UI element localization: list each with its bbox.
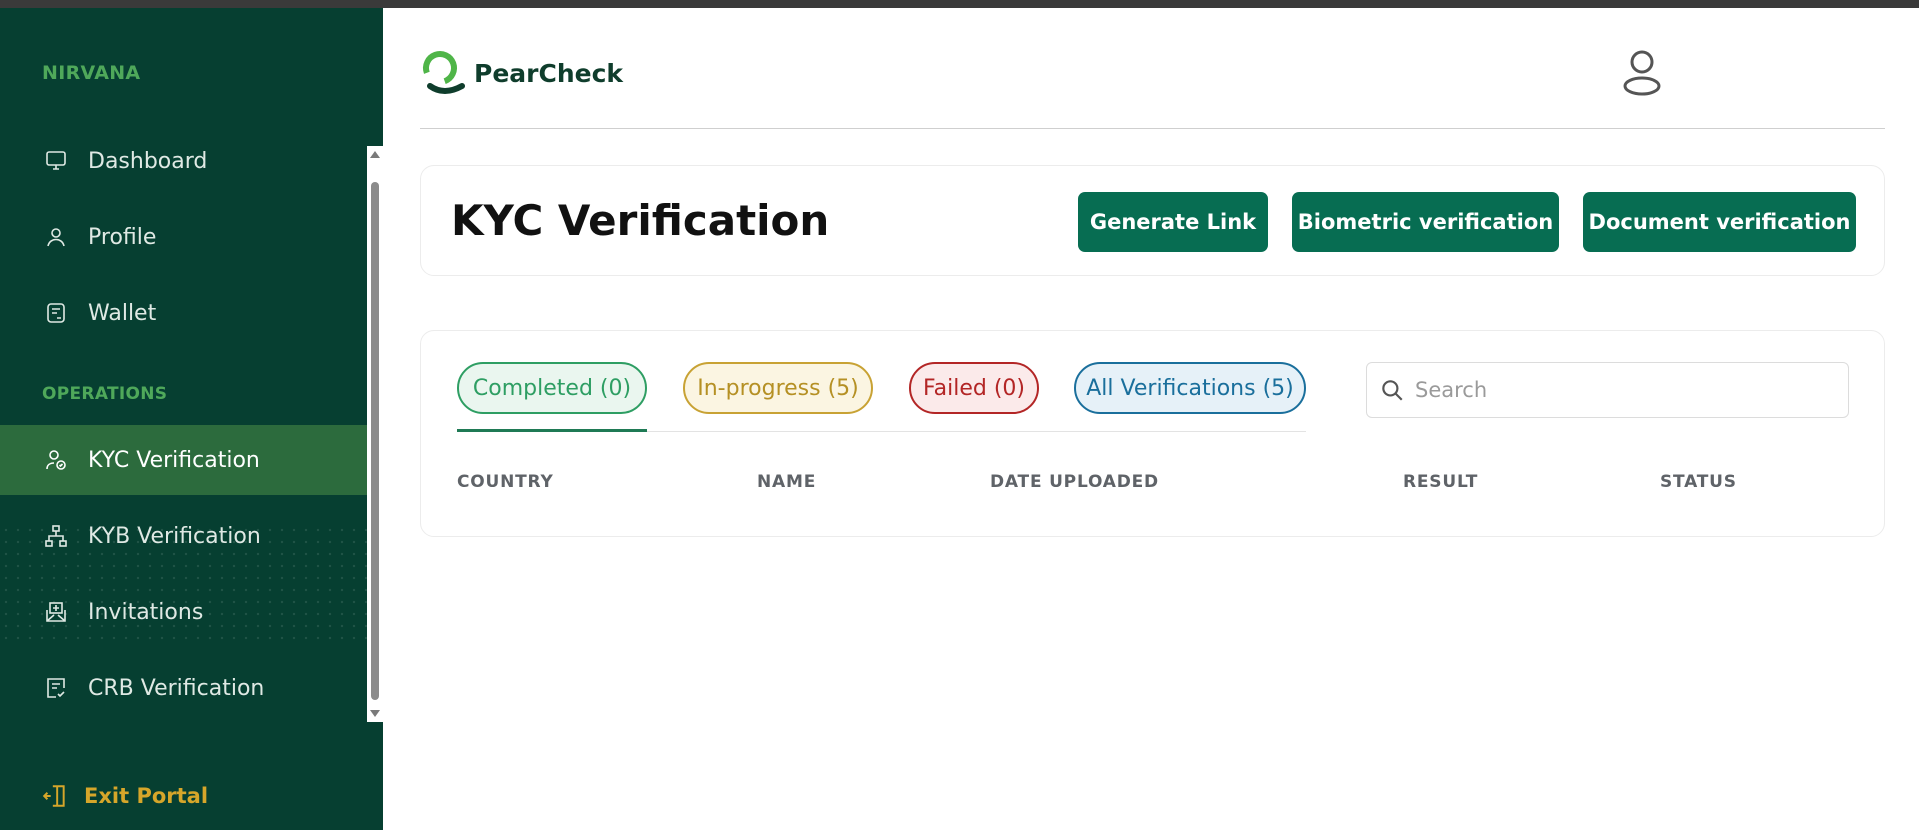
tab-completed[interactable]: Completed (0) (457, 362, 647, 414)
tab-failed[interactable]: Failed (0) (909, 362, 1039, 414)
scroll-up-arrow-icon[interactable] (370, 151, 380, 158)
biometric-verification-button[interactable]: Biometric verification (1292, 192, 1559, 252)
user-icon (42, 223, 70, 251)
document-check-icon (42, 674, 70, 702)
sidebar-item-dashboard[interactable]: Dashboard (0, 126, 367, 196)
pearcheck-logo[interactable]: PearCheck (420, 48, 623, 98)
sidebar-item-label: KYB Verification (88, 523, 261, 549)
column-header-name[interactable]: NAME (757, 472, 816, 492)
envelope-icon (42, 598, 70, 626)
sidebar-item-label: Wallet (88, 300, 157, 326)
sidebar-item-kyc-verification[interactable]: KYC Verification (0, 425, 367, 495)
sidebar-item-label: Invitations (88, 599, 204, 625)
tab-all-verifications[interactable]: All Verifications (5) (1074, 362, 1306, 414)
page-title: KYC Verification (451, 196, 830, 245)
wallet-icon (42, 299, 70, 327)
column-header-country[interactable]: COUNTRY (457, 472, 554, 492)
sidebar-item-wallet[interactable]: Wallet (0, 278, 367, 348)
sidebar-item-invitations[interactable]: Invitations (0, 577, 367, 647)
search-icon (1379, 377, 1405, 403)
column-header-date-uploaded[interactable]: DATE UPLOADED (990, 472, 1159, 492)
document-verification-button[interactable]: Document verification (1583, 192, 1856, 252)
org-chart-icon (42, 522, 70, 550)
section-label-operations: OPERATIONS (42, 384, 168, 404)
scroll-down-arrow-icon[interactable] (370, 710, 380, 717)
pearcheck-logo-icon (423, 51, 465, 94)
search-input[interactable] (1415, 378, 1835, 402)
exit-portal-link[interactable]: Exit Portal (42, 782, 208, 810)
column-header-status[interactable]: STATUS (1660, 472, 1737, 492)
logo-text: PearCheck (474, 58, 624, 88)
sidebar-scrollbar[interactable] (367, 146, 383, 722)
active-tab-underline (457, 429, 647, 432)
search-box[interactable] (1366, 362, 1849, 418)
exit-portal-label: Exit Portal (84, 784, 209, 808)
tab-in-progress[interactable]: In-progress (5) (683, 362, 873, 414)
sidebar-item-profile[interactable]: Profile (0, 202, 367, 272)
generate-link-button[interactable]: Generate Link (1078, 192, 1268, 252)
user-avatar-icon[interactable] (1620, 48, 1664, 96)
sidebar-item-label: CRB Verification (88, 675, 265, 701)
sidebar: NIRVANA Dashboard Profile Wallet OPERATI… (0, 8, 383, 830)
sidebar-item-kyb-verification[interactable]: KYB Verification (0, 501, 367, 571)
exit-door-icon (42, 782, 70, 810)
sidebar-item-crb-verification[interactable]: CRB Verification (0, 653, 367, 723)
sidebar-item-label: KYC Verification (88, 447, 260, 473)
scroll-thumb[interactable] (371, 182, 379, 700)
title-card: KYC Verification Generate Link Biometric… (420, 165, 1885, 276)
monitor-icon (42, 147, 70, 175)
kyc-icon (42, 446, 70, 474)
header-divider (420, 128, 1885, 129)
sidebar-item-label: Dashboard (88, 148, 208, 174)
column-header-result[interactable]: RESULT (1403, 472, 1478, 492)
window-top-strip (0, 0, 1919, 8)
sidebar-brand: NIRVANA (42, 62, 141, 84)
sidebar-item-label: Profile (88, 224, 157, 250)
verifications-table-card: Completed (0) In-progress (5) Failed (0)… (420, 330, 1885, 537)
